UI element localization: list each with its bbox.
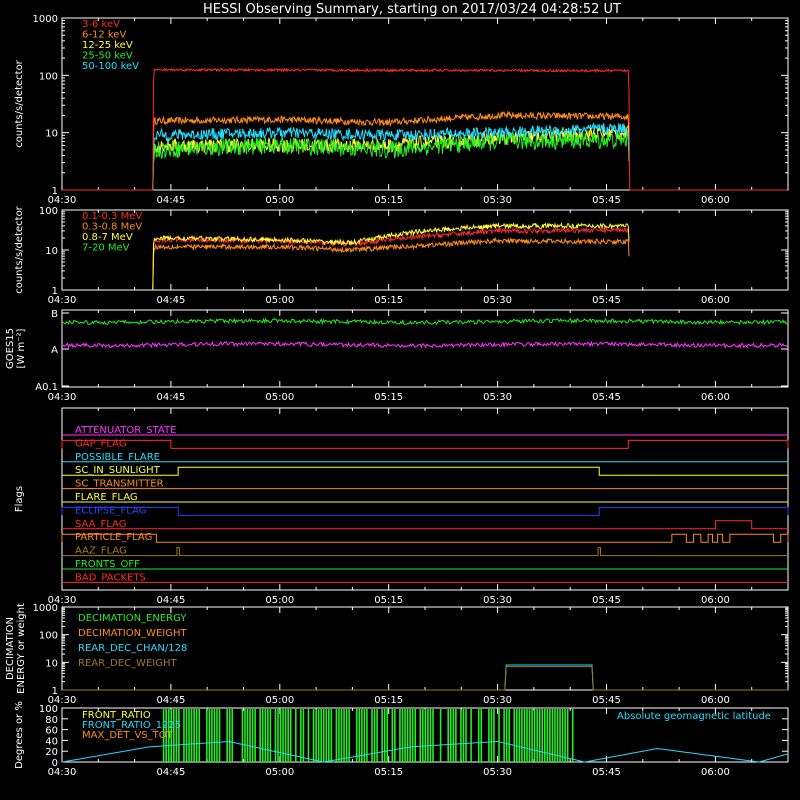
time-tick-label: 04:45 (156, 392, 185, 403)
legend-entry: 12-25 keV (82, 40, 133, 51)
y-tick-label: 1 (52, 686, 58, 697)
time-tick-label: 05:45 (592, 195, 621, 206)
time-tick-label: 05:45 (592, 295, 621, 306)
time-tick-label: 05:45 (592, 595, 621, 606)
y-tick-label: 40 (45, 736, 58, 747)
time-tick-label: 05:15 (374, 595, 403, 606)
y-tick-label: A0.1 (35, 382, 58, 393)
time-tick-label: 05:30 (483, 595, 512, 606)
time-tick-label: 05:45 (592, 695, 621, 706)
legend-entry: Absolute geomagnetic latitude (617, 711, 771, 722)
time-tick-label: 06:00 (701, 295, 730, 306)
y-tick-label: 10 (45, 246, 58, 257)
time-tick-label: 04:45 (156, 295, 185, 306)
flag-label: BAD_PACKETS (75, 572, 146, 583)
time-tick-label: 04:45 (156, 595, 185, 606)
time-tick-label: 06:00 (701, 392, 730, 403)
flag-label: POSSIBLE_FLARE (75, 452, 160, 463)
time-tick-label: 04:45 (156, 695, 185, 706)
legend-entry: DECIMATION_WEIGHT (78, 628, 187, 639)
y-tick-label: 20 (45, 747, 58, 758)
legend-entry: REAR_DEC_CHAN/128 (78, 643, 187, 654)
y-axis-label: counts/s/detector (14, 205, 25, 293)
y-axis-label: counts/s/detector (14, 59, 25, 147)
flag-label: ATTENUATOR_STATE (75, 425, 176, 436)
y-axis-label: Degrees or % (14, 701, 25, 769)
time-tick-label: 05:15 (374, 392, 403, 403)
figure-title: HESSI Observing Summary, starting on 201… (203, 2, 621, 17)
y-axis-label: DECIMATION (5, 617, 16, 680)
time-tick-label: 05:45 (592, 392, 621, 403)
legend-entry: 3-6 keV (82, 19, 120, 30)
time-tick-label: 05:15 (374, 767, 403, 778)
flag-label: AAZ_FLAG (75, 546, 127, 557)
y-axis-label: GOES15 (5, 328, 16, 369)
time-tick-label: 06:00 (701, 695, 730, 706)
time-tick-label: 05:30 (483, 392, 512, 403)
legend-entry: 7-20 MeV (82, 243, 130, 254)
legend-entry: 0.1-0.3 MeV (82, 211, 142, 222)
y-tick-label: 1 (52, 186, 58, 197)
flag-label: FRONTS_OFF (75, 559, 140, 570)
time-tick-label: 05:15 (374, 295, 403, 306)
time-tick-label: 05:30 (483, 695, 512, 706)
time-tick-label: 05:15 (374, 195, 403, 206)
time-tick-label: 04:45 (156, 195, 185, 206)
y-tick-label: 10 (45, 658, 58, 669)
y-axis-label-2: ENERGY or weight (16, 603, 27, 694)
legend-entry: REAR_DEC_WEIGHT (78, 658, 177, 669)
flag-label: SC_IN_SUNLIGHT (75, 465, 161, 476)
y-tick-label: 0 (52, 758, 58, 769)
y-tick-label: 60 (45, 726, 58, 737)
time-tick-label: 05:00 (265, 767, 294, 778)
observing-summary-figure: HESSI Observing Summary, starting on 201… (0, 0, 800, 800)
time-tick-label: 06:00 (701, 195, 730, 206)
y-tick-label: 80 (45, 715, 58, 726)
time-tick-label: 05:15 (374, 695, 403, 706)
flag-label: SAA_FLAG (75, 519, 126, 530)
flag-label: SC_TRANSMITTER (75, 479, 164, 490)
y-tick-label: 1000 (33, 603, 58, 614)
time-tick-label: 05:30 (483, 767, 512, 778)
legend-entry: MAX_DET_VS_TOT (82, 730, 174, 741)
legend-entry: 0.8-7 MeV (82, 232, 133, 243)
legend-entry: 6-12 keV (82, 30, 126, 41)
y-axis-label: Flags (14, 486, 25, 512)
legend-entry: 50-100 keV (82, 61, 139, 72)
legend-entry: 25-50 keV (82, 51, 133, 62)
legend-entry: 0.3-0.8 MeV (82, 222, 142, 233)
time-tick-label: 05:45 (592, 767, 621, 778)
time-tick-label: 05:00 (265, 195, 294, 206)
y-tick-label: 10 (45, 129, 58, 140)
time-tick-label: 05:00 (265, 392, 294, 403)
y-tick-label: 1000 (33, 14, 58, 25)
y-tick-label: 1 (52, 286, 58, 297)
y-tick-label: 100 (39, 206, 58, 217)
time-tick-label: 05:00 (265, 595, 294, 606)
time-tick-label: 06:00 (701, 595, 730, 606)
time-tick-label: 05:00 (265, 695, 294, 706)
flag-label: FLARE_FLAG (75, 492, 138, 503)
legend-entry: DECIMATION_ENERGY (78, 613, 187, 624)
time-tick-label: 05:30 (483, 295, 512, 306)
y-tick-label: 100 (39, 704, 58, 715)
y-tick-label: 100 (39, 631, 58, 642)
time-tick-label: 04:30 (48, 392, 77, 403)
time-tick-label: 06:00 (701, 767, 730, 778)
y-tick-label: 100 (39, 71, 58, 82)
time-tick-label: 04:45 (156, 767, 185, 778)
time-tick-label: 05:00 (265, 295, 294, 306)
y-tick-label: B (51, 309, 58, 320)
time-tick-label: 05:30 (483, 195, 512, 206)
y-axis-label-2: [W m⁻²] (16, 328, 27, 368)
y-tick-label: A (51, 345, 58, 356)
